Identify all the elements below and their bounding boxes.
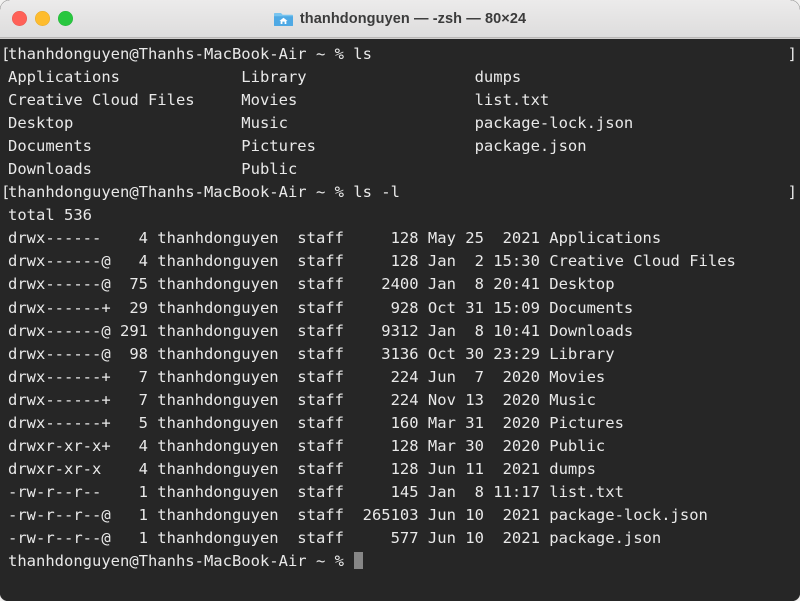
text-cursor	[353, 552, 364, 570]
terminal-screen[interactable]: thanhdonguyen@Thanhs-MacBook-Air ~ % ls[…	[0, 43, 800, 601]
window-title-group: thanhdonguyen — -zsh — 80×24	[0, 0, 800, 37]
traffic-light-buttons	[12, 0, 73, 37]
terminal-line: Desktop Music package-lock.json	[8, 114, 634, 133]
terminal-line: drwx------+ 7 thanhdonguyen staff 224 No…	[8, 390, 596, 409]
terminal-line: drwx------+ 5 thanhdonguyen staff 160 Ma…	[8, 413, 624, 432]
terminal-line: Documents Pictures package.json	[8, 137, 587, 156]
prompt-mark-left: [	[1, 183, 11, 202]
terminal-line: total 536	[8, 206, 92, 225]
prompt-mark-right: ]	[787, 45, 797, 63]
prompt-mark-right: ]	[787, 183, 797, 202]
terminal-line: drwx------@ 75 thanhdonguyen staff 2400 …	[8, 275, 615, 294]
terminal-line: -rw-r--r-- 1 thanhdonguyen staff 145 Jan…	[8, 482, 624, 501]
terminal-line: Applications Library dumps	[8, 68, 522, 87]
terminal-line: drwx------+ 7 thanhdonguyen staff 224 Ju…	[8, 367, 606, 386]
terminal-line: drwx------@ 98 thanhdonguyen staff 3136 …	[8, 344, 615, 363]
terminal-line: thanhdonguyen@Thanhs-MacBook-Air ~ %	[0, 550, 800, 573]
terminal-line: thanhdonguyen@Thanhs-MacBook-Air ~ % ls[…	[0, 43, 800, 66]
terminal-line: -rw-r--r--@ 1 thanhdonguyen staff 265103…	[8, 505, 708, 524]
window-title-text: thanhdonguyen — -zsh — 80×24	[299, 10, 527, 27]
terminal-line: drwxr-xr-x+ 4 thanhdonguyen staff 128 Ma…	[8, 436, 606, 455]
terminal-line: drwx------+ 29 thanhdonguyen staff 928 O…	[8, 298, 634, 317]
maximize-window-button[interactable]	[58, 11, 73, 26]
terminal-body[interactable]: thanhdonguyen@Thanhs-MacBook-Air ~ % ls[…	[0, 38, 800, 601]
terminal-line: -rw-r--r--@ 1 thanhdonguyen staff 577 Ju…	[8, 528, 662, 547]
close-window-button[interactable]	[12, 11, 27, 26]
minimize-window-button[interactable]	[35, 11, 50, 26]
terminal-line: drwx------ 4 thanhdonguyen staff 128 May…	[8, 229, 662, 248]
terminal-line: drwx------@ 291 thanhdonguyen staff 9312…	[8, 321, 634, 340]
terminal-line: Creative Cloud Files Movies list.txt	[8, 91, 550, 110]
terminal-line: thanhdonguyen@Thanhs-MacBook-Air ~ % ls …	[0, 181, 800, 204]
prompt-mark-left: [	[1, 45, 11, 63]
terminal-line: drwx------@ 4 thanhdonguyen staff 128 Ja…	[8, 252, 736, 271]
terminal-window: thanhdonguyen — -zsh — 80×24 thanhdonguy…	[0, 0, 800, 601]
terminal-line: Downloads Public	[8, 160, 298, 179]
home-folder-icon	[273, 13, 293, 26]
terminal-line: drwxr-xr-x 4 thanhdonguyen staff 128 Jun…	[8, 459, 596, 478]
window-titlebar[interactable]: thanhdonguyen — -zsh — 80×24	[0, 0, 800, 38]
